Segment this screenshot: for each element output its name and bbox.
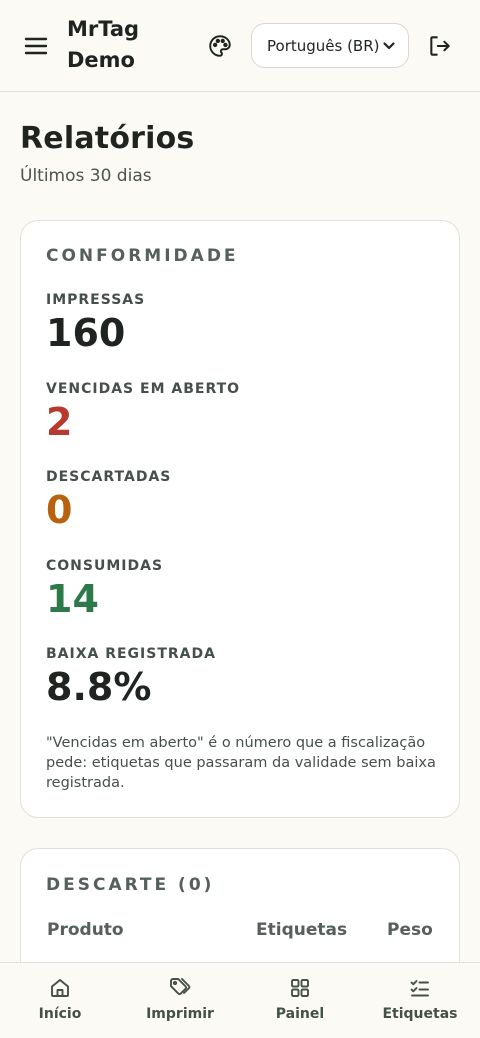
metric-label-write-off: BAIXA REGISTRADA [46,646,216,662]
app-header: MrTag Demo Português (BR) [0,0,480,92]
compliance-card: CONFORMIDADE IMPRESSAS 160 VENCIDAS EM A… [20,220,460,818]
logout-icon[interactable] [427,33,453,59]
nav-label-labels: Etiquetas [382,1006,458,1022]
discard-heading: DESCARTE (0) [46,875,215,895]
language-select-value: Português (BR) [267,36,380,55]
metric-label-consumed: CONSUMIDAS [46,558,164,574]
nav-item-home[interactable]: Início [0,963,120,1038]
compliance-note: "Vencidas em aberto" é o número que a fi… [46,735,436,791]
metric-value-discarded: 0 [46,488,73,532]
checklist-icon [410,980,429,997]
home-icon [51,979,69,997]
tags-icon [170,978,191,996]
page-title: Relatórios [20,121,195,156]
metric-label-printed: IMPRESSAS [46,292,146,308]
palette-icon[interactable] [207,33,233,59]
language-select[interactable]: Português (BR) [251,23,409,68]
column-header-product[interactable]: Produto [47,920,124,940]
nav-label-home: Início [38,1006,82,1022]
compliance-heading: CONFORMIDADE [46,246,239,266]
column-header-labels[interactable]: Etiquetas [256,920,347,940]
app-brand[interactable]: MrTag Demo [67,14,177,76]
metric-label-overdue: VENCIDAS EM ABERTO [46,381,241,397]
nav-item-labels[interactable]: Etiquetas [360,963,480,1038]
page-subtitle: Últimos 30 dias [20,166,152,186]
menu-icon[interactable] [22,32,50,60]
metric-value-printed: 160 [46,311,126,355]
metric-value-consumed: 14 [46,577,99,621]
nav-label-print: Imprimir [146,1006,214,1022]
bottom-nav: Início Imprimir Painel Etiquetas [0,962,480,1038]
grid-icon [291,979,309,997]
nav-item-dashboard[interactable]: Painel [240,963,360,1038]
metric-value-write-off: 8.8% [46,665,152,709]
nav-item-print[interactable]: Imprimir [120,963,240,1038]
column-header-weight[interactable]: Peso [387,920,433,940]
nav-label-dashboard: Painel [275,1006,325,1022]
metric-value-overdue: 2 [46,400,73,444]
metric-label-discarded: DESCARTADAS [46,469,172,485]
chevron-down-icon [383,42,395,50]
